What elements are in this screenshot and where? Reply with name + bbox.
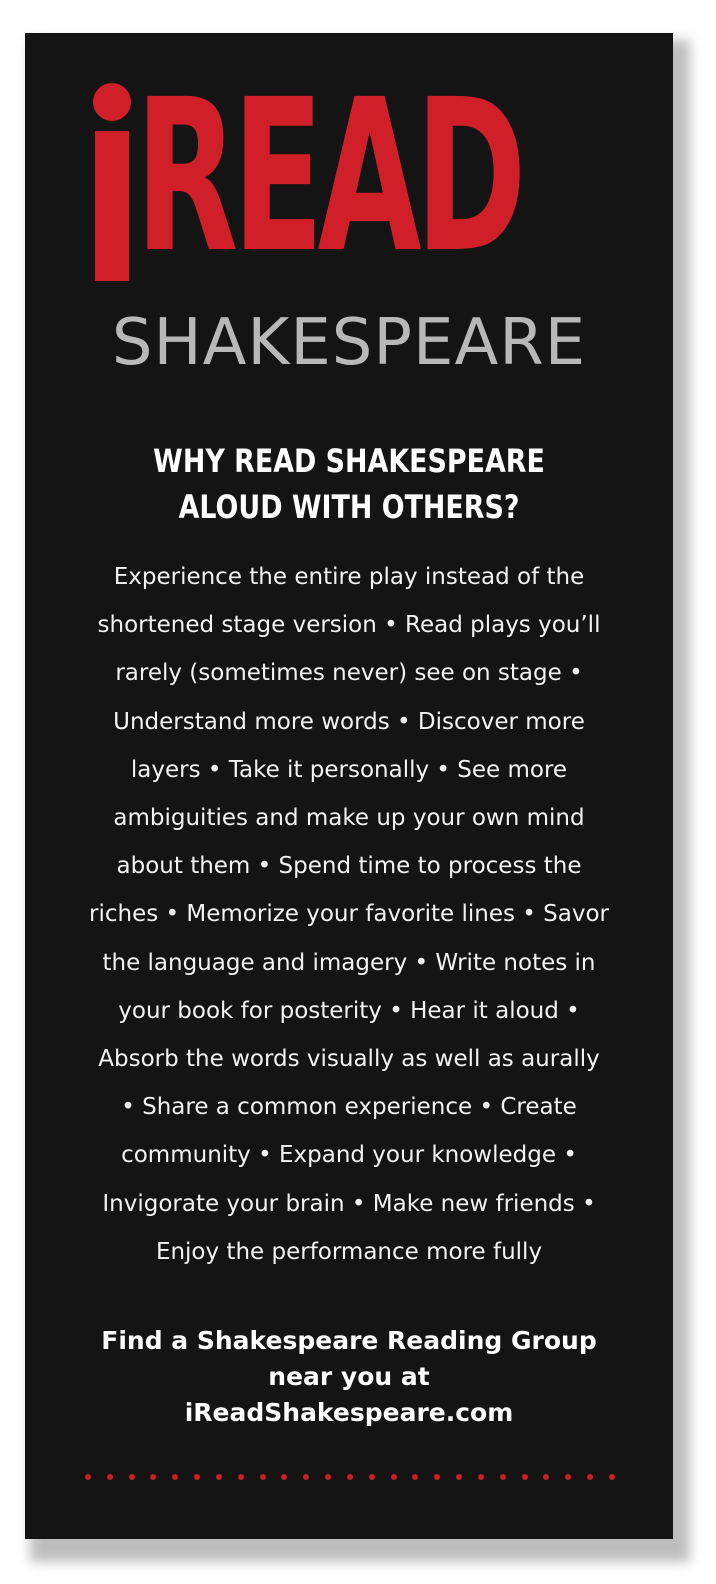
logo-read-word: READ: [135, 54, 527, 299]
divider-dot: [565, 1474, 572, 1480]
divider-dot: [499, 1474, 506, 1480]
logo-i-stem: [95, 131, 129, 281]
divider-dot: [390, 1474, 397, 1480]
divider-dot: [281, 1474, 288, 1480]
divider-dot: [172, 1474, 179, 1480]
divider-dot: [237, 1474, 244, 1480]
paragraph-line: your book for posterity • Hear it aloud …: [118, 997, 580, 1024]
divider-dot: [368, 1474, 375, 1480]
paragraph-line: about them • Spend time to process the: [116, 853, 582, 880]
benefits-paragraph: Experience the entire play instead of th…: [53, 553, 645, 1276]
section-heading: WHY READ SHAKESPEARE ALOUD WITH OTHERS?: [25, 438, 673, 530]
divider-dot: [85, 1474, 91, 1480]
paragraph-line: ambiguities and make up your own mind: [113, 805, 585, 832]
paragraph-line: rarely (sometimes never) see on stage •: [115, 660, 583, 687]
divider-dot: [303, 1474, 310, 1480]
paragraph-line: shortened stage version • Read plays you…: [97, 612, 601, 639]
divider-dot: [215, 1474, 222, 1480]
iread-wordmark: READ: [87, 67, 607, 288]
logo-shakespeare-word: SHAKESPEARE: [111, 306, 587, 380]
paragraph-line: layers • Take it personally • See more: [130, 756, 568, 783]
divider-dot: [194, 1474, 201, 1480]
divider-dot: [477, 1474, 484, 1480]
divider-dot: [521, 1474, 528, 1480]
divider-dot: [106, 1474, 113, 1480]
paragraph-line: Experience the entire play instead of th…: [113, 564, 585, 590]
divider-dot: [412, 1474, 419, 1480]
cta-line: Find a Shakespeare Reading Group: [101, 1326, 597, 1355]
paragraph-line: Enjoy the performance more fully: [155, 1238, 543, 1265]
paragraph-line: Invigorate your brain • Make new friends…: [102, 1190, 596, 1217]
paragraph-line: Understand more words • Discover more: [113, 708, 585, 735]
divider-dot: [587, 1474, 594, 1480]
divider-dot: [150, 1474, 157, 1480]
paragraph-line: • Share a common experience • Create: [121, 1094, 577, 1121]
ireadshakespeare-logo: READ SHAKESPEARE: [25, 67, 673, 393]
bookmark-card: READ SHAKESPEARE WHY READ SHAKESPEARE AL…: [25, 33, 673, 1539]
divider-dot: [434, 1474, 441, 1480]
divider-dot: [543, 1474, 550, 1480]
paragraph-line: Absorb the words visually as well as aur…: [98, 1046, 600, 1073]
divider-dot: [325, 1474, 332, 1480]
divider-dot: [259, 1474, 266, 1480]
paragraph-line: the language and imagery • Write notes i…: [102, 949, 596, 976]
logo-i-dot: [93, 83, 131, 121]
divider-dot: [346, 1474, 353, 1480]
cta-url: iReadShakespeare.com: [184, 1398, 514, 1427]
cta-line: near you at: [268, 1362, 430, 1391]
paragraph-line: community • Expand your knowledge •: [121, 1142, 577, 1169]
dotted-divider: [85, 1471, 615, 1483]
divider-dot: [456, 1474, 463, 1480]
divider-dot: [608, 1474, 615, 1480]
heading-line: ALOUD WITH OTHERS?: [178, 488, 520, 526]
call-to-action: Find a Shakespeare Reading Group near yo…: [25, 1323, 673, 1431]
divider-dot: [128, 1474, 135, 1480]
paragraph-line: riches • Memorize your favorite lines • …: [89, 901, 609, 928]
heading-line: WHY READ SHAKESPEARE: [153, 442, 545, 480]
